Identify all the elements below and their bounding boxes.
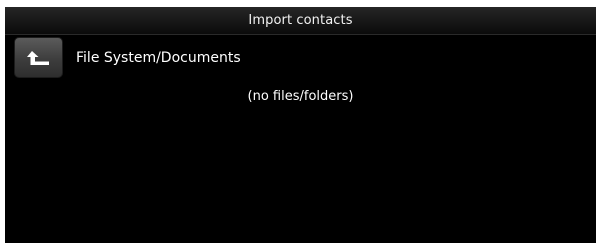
current-path: File System/Documents [76,50,241,66]
title-bar: Import contacts [5,7,596,35]
up-arrow-icon [26,49,51,67]
window-title: Import contacts [248,13,353,28]
import-contacts-screen: Import contacts File System/Documents (n… [5,7,596,243]
parent-folder-button[interactable] [14,37,63,78]
empty-folder-message: (no files/folders) [247,89,354,104]
